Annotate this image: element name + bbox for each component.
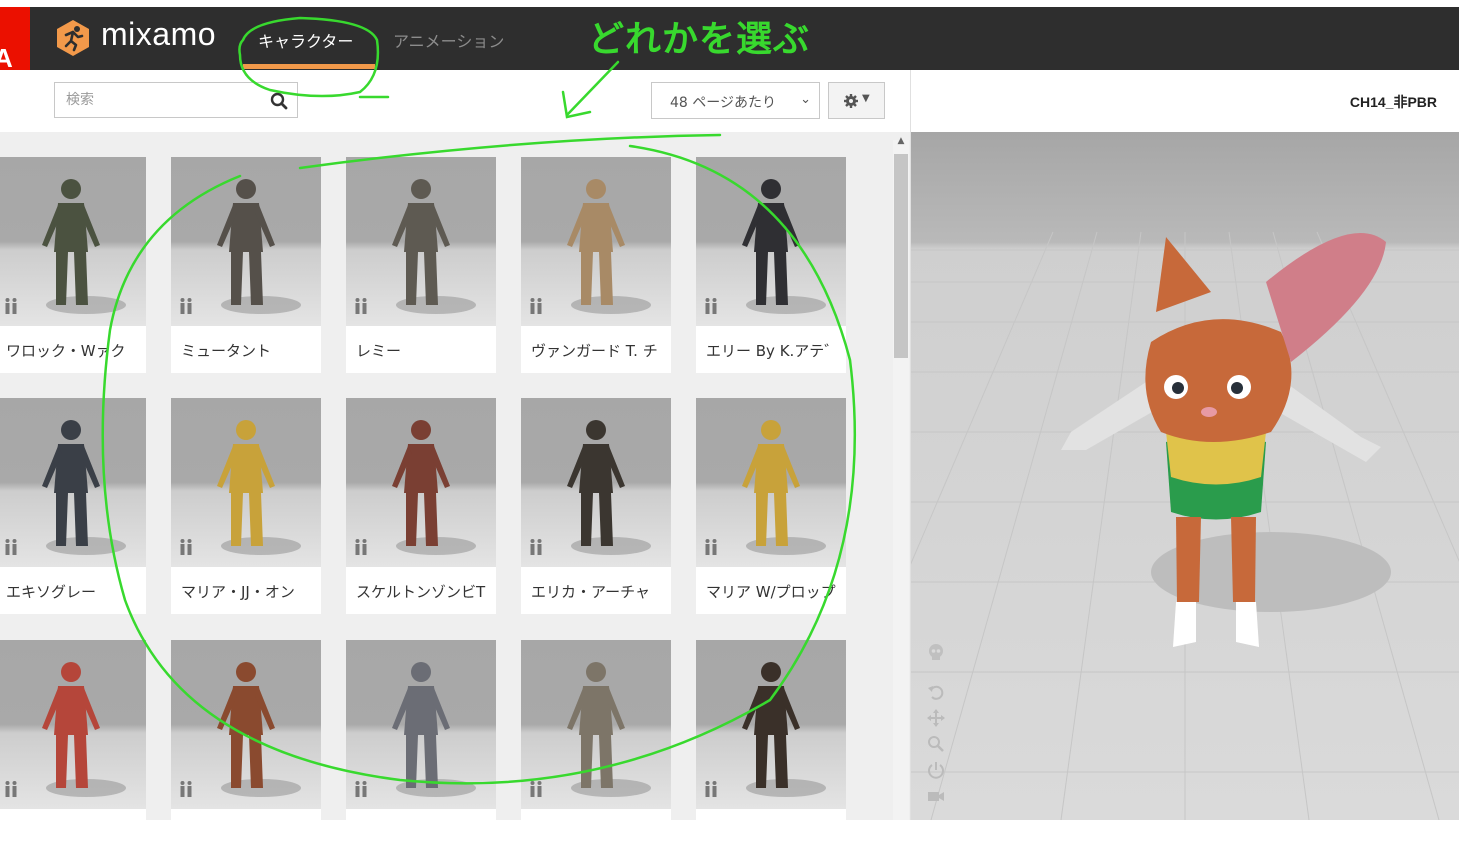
tab-highlight-circle [238, 16, 380, 98]
arrow-shaft [565, 60, 620, 117]
grid-highlight-circle [101, 144, 857, 785]
annotation-overlay [101, 16, 857, 785]
